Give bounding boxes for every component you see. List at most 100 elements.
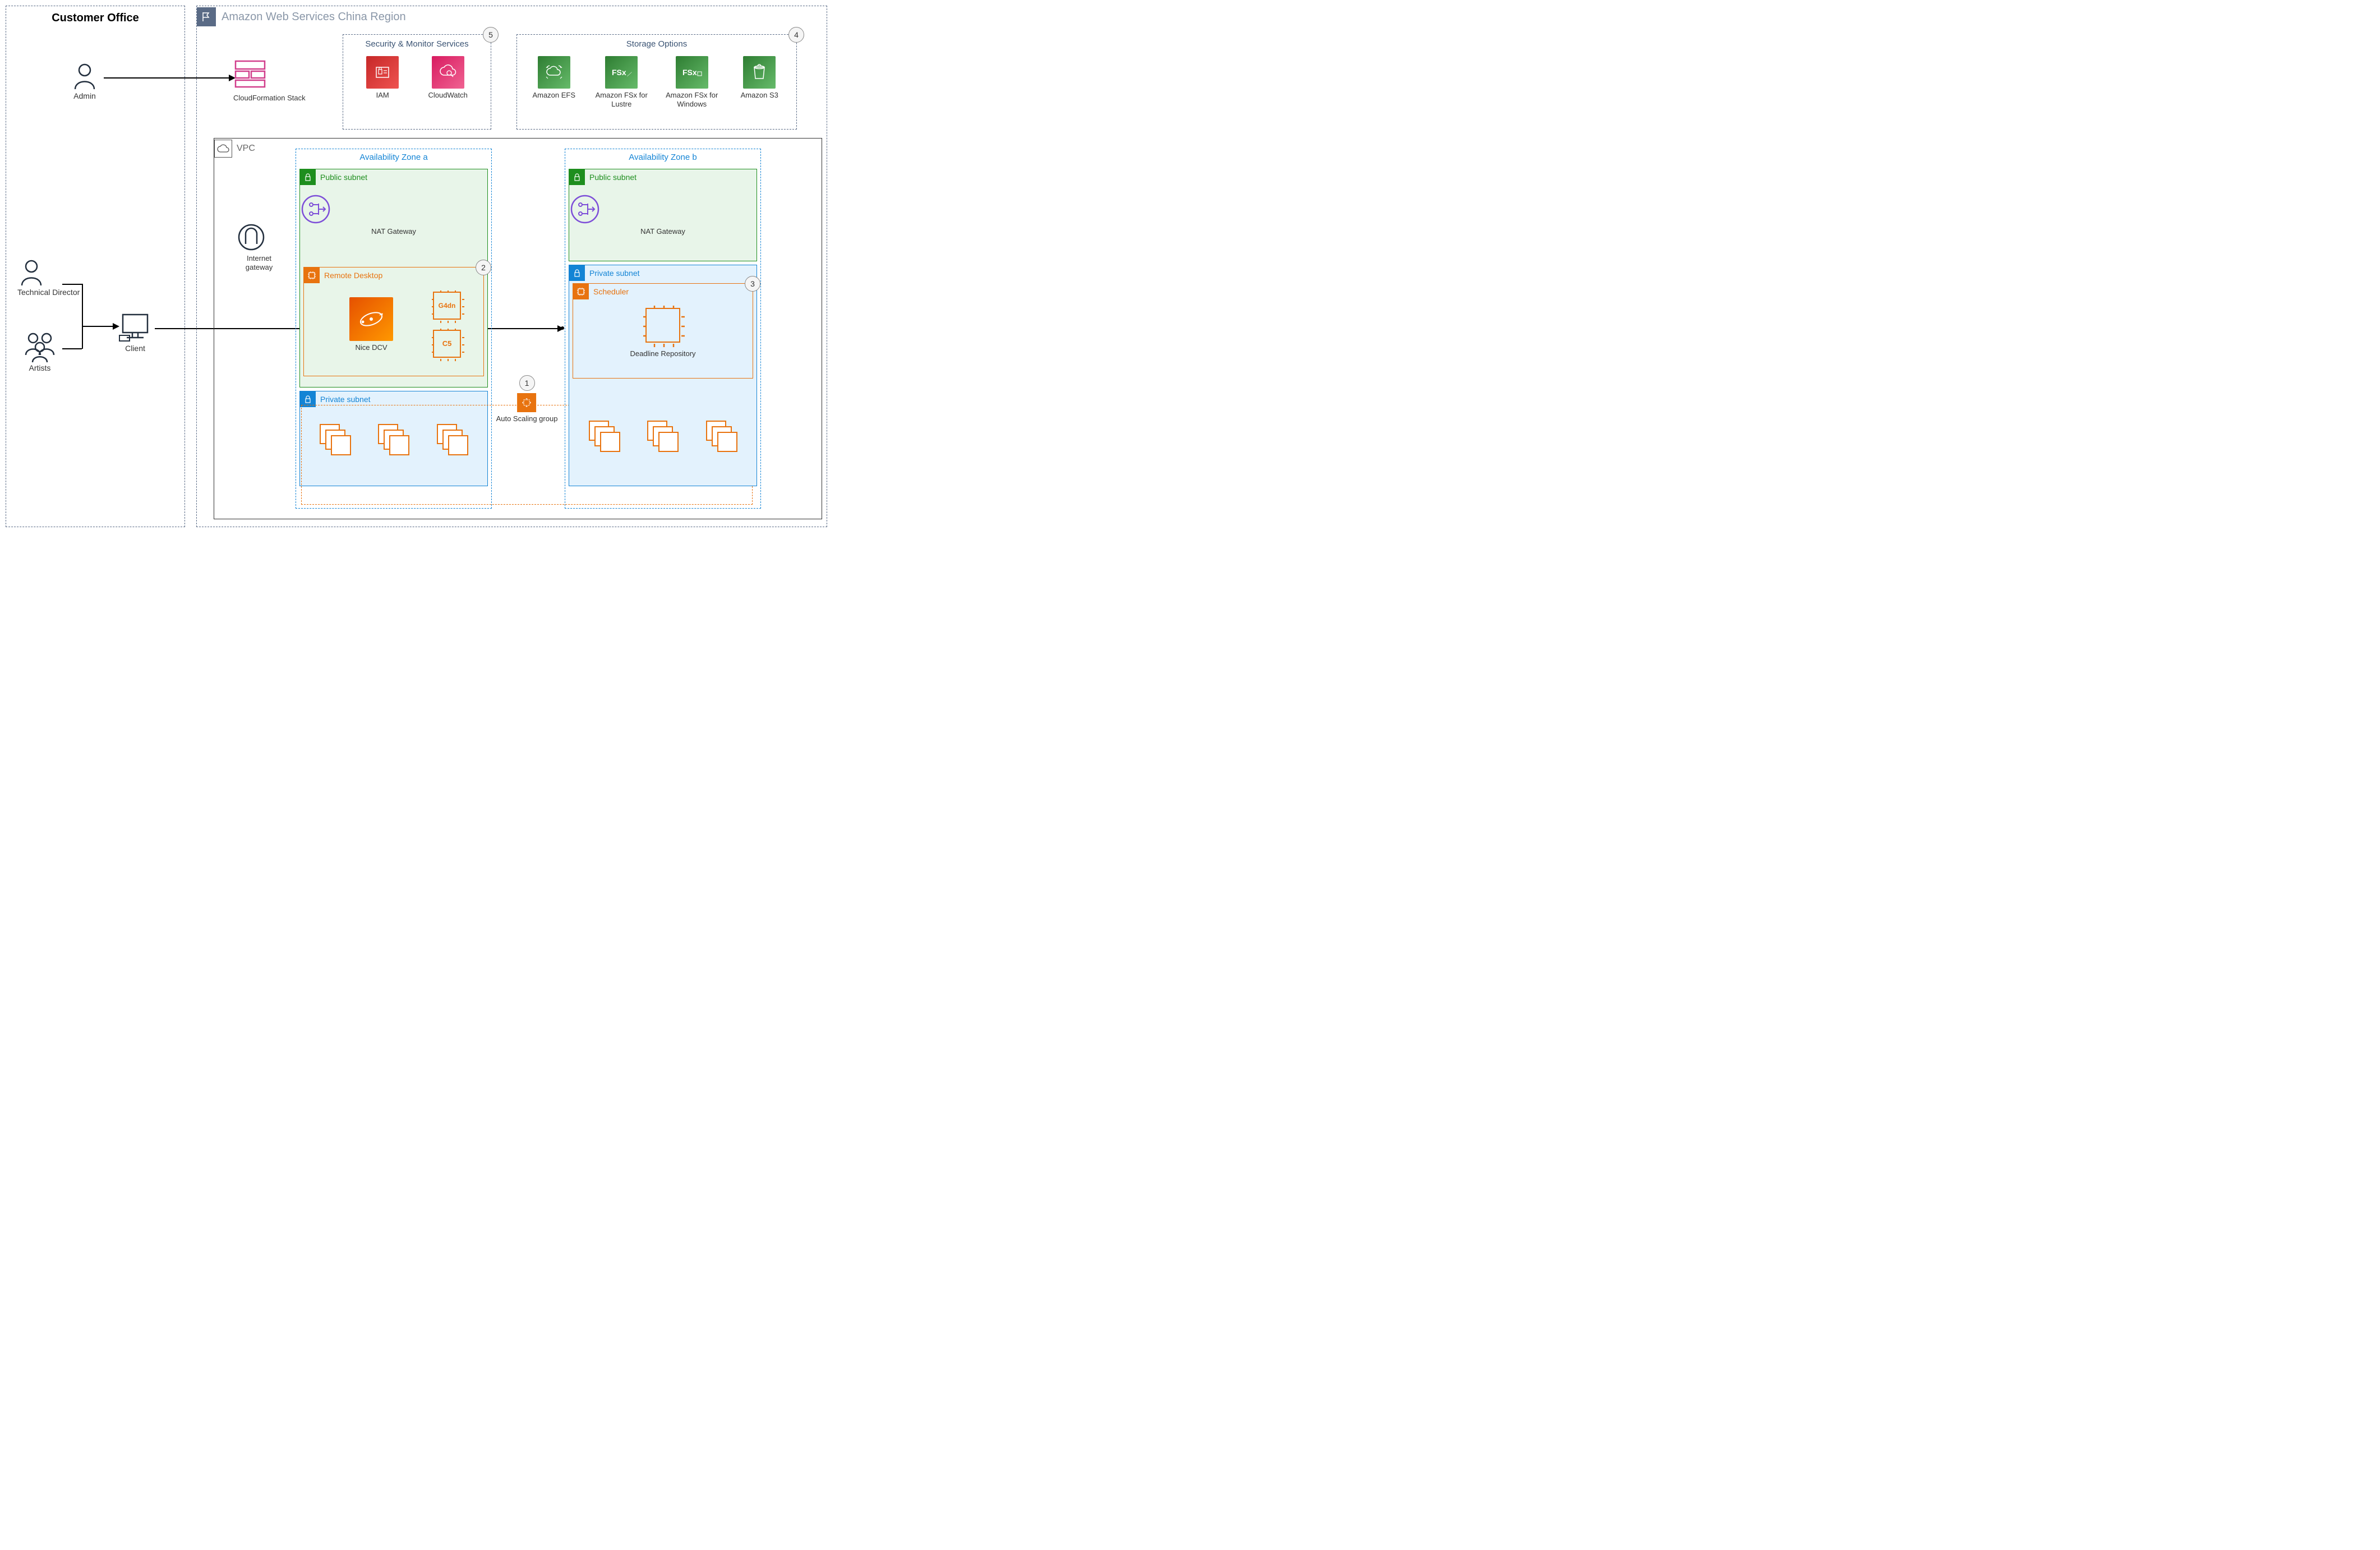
region-header: Amazon Web Services China Region xyxy=(197,6,827,26)
storage-title: Storage Options xyxy=(517,35,796,53)
deadline-item: Deadline Repository xyxy=(573,308,753,358)
igw-item: Internet gateway xyxy=(237,223,282,271)
nat-icon xyxy=(569,193,601,225)
badge-1: 1 xyxy=(519,375,535,391)
public-subnet-label: Public subnet xyxy=(320,173,367,182)
cloudwatch-item: CloudWatch xyxy=(428,56,467,100)
iam-icon xyxy=(366,56,399,89)
badge-5: 5 xyxy=(483,27,499,43)
s3-icon xyxy=(743,56,776,89)
storage-options-box: 4 Storage Options Amazon EFS FSx⟋ Amazon… xyxy=(516,34,797,130)
iam-item: IAM xyxy=(366,56,399,100)
lock-icon xyxy=(569,169,585,185)
fsx-lustre-item: FSx⟋ Amazon FSx for Lustre xyxy=(593,56,649,108)
instance-stack xyxy=(647,421,678,451)
fsx-lustre-label: Amazon FSx for Lustre xyxy=(593,91,649,108)
user-icon xyxy=(17,259,45,287)
nat-icon xyxy=(300,193,331,225)
private-subnet-label: Private subnet xyxy=(589,269,640,278)
td-label: Technical Director xyxy=(17,288,80,297)
az-b-private-subnet: Private subnet 3 Scheduler xyxy=(569,265,757,486)
remote-desktop-label: Remote Desktop xyxy=(324,271,382,280)
fsx-lustre-icon: FSx⟋ xyxy=(605,56,638,89)
cloudformation-item: CloudFormation Stack xyxy=(233,57,306,103)
cloudformation-label: CloudFormation Stack xyxy=(233,94,306,103)
architecture-diagram: Customer Office Admin Technical Director xyxy=(6,6,830,538)
nat-gateway-b: NAT Gateway xyxy=(569,193,757,236)
asg-label: Auto Scaling group xyxy=(496,414,558,423)
fsx-windows-icon: FSx xyxy=(676,56,708,89)
technical-director-user: Technical Director xyxy=(17,259,80,297)
efs-icon xyxy=(538,56,570,89)
chip-icon xyxy=(304,267,320,283)
monitor-icon xyxy=(118,312,152,343)
cloudwatch-icon xyxy=(432,56,464,89)
instance-stack xyxy=(706,421,737,451)
deadline-label: Deadline Repository xyxy=(573,349,753,358)
badge-3: 3 xyxy=(745,276,760,292)
nice-dcv-icon xyxy=(349,297,393,341)
chip-icon xyxy=(573,284,589,299)
efs-label: Amazon EFS xyxy=(529,91,579,100)
cloudformation-icon xyxy=(233,57,267,90)
lock-icon xyxy=(569,265,585,281)
aws-region-box: Amazon Web Services China Region CloudFo… xyxy=(196,6,827,527)
admin-user: Admin xyxy=(71,62,99,100)
cloudwatch-label: CloudWatch xyxy=(428,91,467,100)
c5-label: C5 xyxy=(442,339,452,348)
gateway-icon xyxy=(237,223,266,252)
fsx-windows-label: Amazon FSx for Windows xyxy=(664,91,720,108)
customer-office-title: Customer Office xyxy=(6,6,185,30)
asg-icon xyxy=(517,393,536,412)
artists-label: Artists xyxy=(23,363,57,372)
deadline-icon xyxy=(645,308,680,343)
az-b-title: Availability Zone b xyxy=(565,149,760,165)
vpc-title: VPC xyxy=(237,144,255,154)
s3-label: Amazon S3 xyxy=(734,91,785,100)
az-a-title: Availability Zone a xyxy=(296,149,491,165)
g4dn-label: G4dn xyxy=(439,302,456,310)
fsx-windows-item: FSx Amazon FSx for Windows xyxy=(664,56,720,108)
connector xyxy=(62,348,82,349)
c5-instance: C5 xyxy=(433,330,461,358)
scheduler-box: 3 Scheduler xyxy=(573,283,753,379)
connector xyxy=(82,284,83,349)
lock-icon xyxy=(300,169,316,185)
availability-zone-b: Availability Zone b Public subnet xyxy=(565,149,761,509)
efs-item: Amazon EFS xyxy=(529,56,579,108)
svg-text:FSx: FSx xyxy=(682,68,697,77)
iam-label: IAM xyxy=(366,91,399,100)
security-monitor-box: 5 Security & Monitor Services IAM CloudW… xyxy=(343,34,491,130)
connector xyxy=(62,284,82,285)
igw-label: Internet gateway xyxy=(237,254,282,271)
scheduler-label: Scheduler xyxy=(593,287,629,296)
admin-label: Admin xyxy=(71,91,99,100)
flag-icon xyxy=(197,7,216,26)
private-subnet-label: Private subnet xyxy=(320,395,371,404)
instance-stack xyxy=(589,421,620,451)
nice-dcv-item: Nice DCV xyxy=(310,297,433,352)
user-icon xyxy=(71,62,99,90)
connector xyxy=(82,326,114,327)
customer-office-box: Customer Office Admin Technical Director xyxy=(6,6,185,527)
nice-dcv-label: Nice DCV xyxy=(310,343,433,352)
instances-b xyxy=(569,404,757,457)
public-subnet-label: Public subnet xyxy=(589,173,636,182)
az-b-public-subnet: Public subnet NAT Gateway xyxy=(569,169,757,261)
badge-4: 4 xyxy=(788,27,804,43)
cloud-icon xyxy=(214,140,232,158)
remote-desktop-box: 2 Remote Desktop xyxy=(303,267,484,376)
svg-text:⟋: ⟋ xyxy=(626,72,632,78)
client-computer: Client xyxy=(118,312,152,353)
arrow-head-icon xyxy=(113,323,119,330)
vpc-box: VPC Internet gateway Availability Zone a xyxy=(214,138,822,519)
client-label: Client xyxy=(118,344,152,353)
s3-item: Amazon S3 xyxy=(734,56,785,108)
az-a-public-subnet: Public subnet NAT Gateway xyxy=(299,169,488,388)
security-title: Security & Monitor Services xyxy=(343,35,491,53)
badge-2: 2 xyxy=(476,260,491,275)
asg-icon-container: Auto Scaling group xyxy=(496,393,558,423)
g4dn-instance: G4dn xyxy=(433,292,461,320)
nat-label: NAT Gateway xyxy=(300,227,487,236)
artists-users: Artists xyxy=(23,331,57,372)
